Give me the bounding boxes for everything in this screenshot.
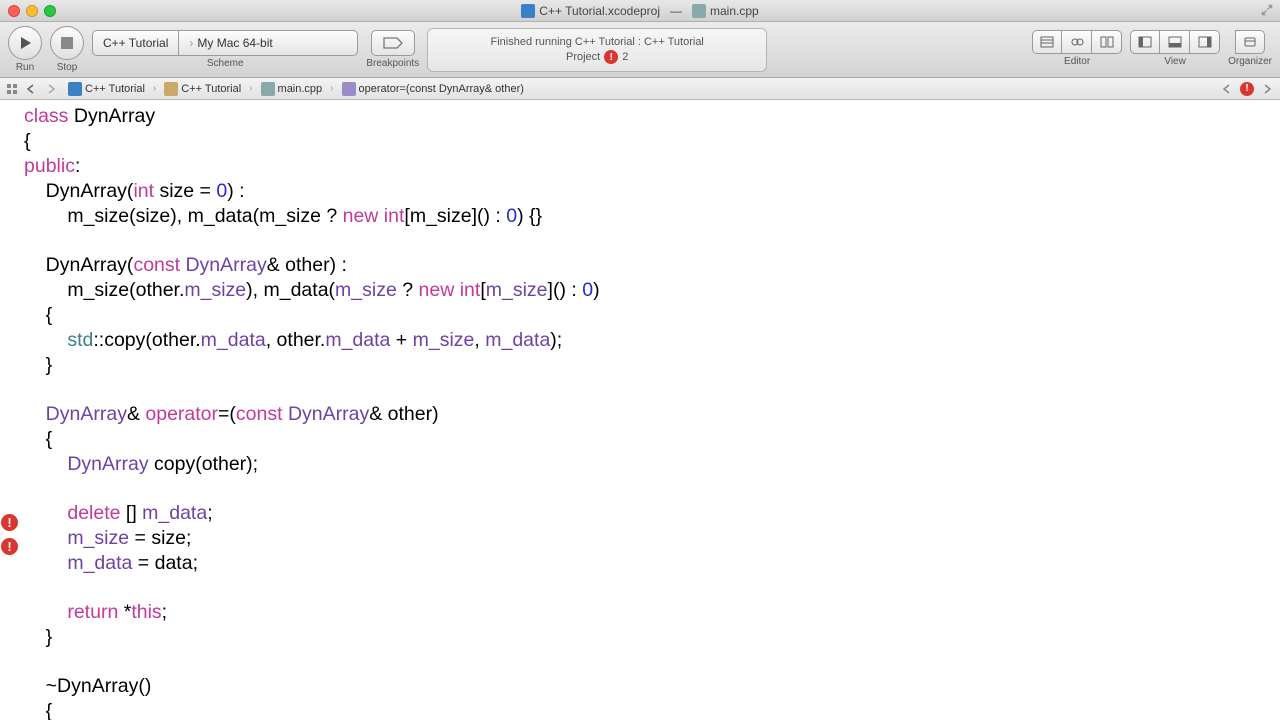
- view-label: View: [1164, 56, 1186, 67]
- source-editor[interactable]: ! ! class DynArray { public: DynArray(in…: [0, 100, 1280, 720]
- breakpoints-button[interactable]: [371, 30, 415, 56]
- assistant-editor-button[interactable]: [1062, 30, 1092, 54]
- title-separator: —: [670, 4, 682, 18]
- forward-button[interactable]: [42, 80, 60, 98]
- title-project-text: C++ Tutorial.xcodeproj: [539, 4, 660, 18]
- crumb-file[interactable]: main.cpp: [255, 78, 329, 99]
- version-editor-icon: [1100, 36, 1114, 48]
- chevron-right-icon: [46, 84, 56, 94]
- chevron-left-icon: [26, 84, 36, 94]
- crumb-symbol-text: operator=(const DynArray& other): [359, 83, 524, 95]
- cpp-icon: [261, 82, 275, 96]
- right-panel-icon: [1198, 36, 1212, 48]
- organizer-icon: [1243, 36, 1257, 48]
- error-count-icon[interactable]: !: [604, 50, 618, 64]
- chevron-right-icon: [1262, 84, 1272, 94]
- left-panel-icon: [1138, 36, 1152, 48]
- organizer-label: Organizer: [1228, 56, 1272, 67]
- status-message: Finished running C++ Tutorial : C++ Tuto…: [490, 36, 703, 48]
- breakpoint-icon: [383, 37, 403, 49]
- status-error-count: 2: [622, 51, 628, 63]
- version-editor-button[interactable]: [1092, 30, 1122, 54]
- stop-icon: [61, 37, 73, 49]
- crumb-group-text: C++ Tutorial: [181, 83, 241, 95]
- back-button[interactable]: [22, 80, 40, 98]
- related-items-button[interactable]: [4, 81, 20, 97]
- run-label: Run: [16, 62, 34, 73]
- title-file: main.cpp: [692, 4, 759, 18]
- toolbar: Run Stop C++ Tutorial ›My Mac 64-bit Sch…: [0, 22, 1280, 78]
- breakpoints-label: Breakpoints: [366, 58, 419, 69]
- error-marker-icon[interactable]: !: [1, 538, 18, 555]
- play-icon: [18, 36, 32, 50]
- editor-label: Editor: [1064, 56, 1090, 67]
- toggle-utilities-button[interactable]: [1190, 30, 1220, 54]
- standard-editor-icon: [1040, 36, 1054, 48]
- crumb-project-text: C++ Tutorial: [85, 83, 145, 95]
- scheme-dest: My Mac 64-bit: [197, 36, 272, 50]
- destination-selector[interactable]: ›My Mac 64-bit: [178, 30, 358, 56]
- code-area[interactable]: class DynArray { public: DynArray(int si…: [20, 100, 1280, 720]
- stop-label: Stop: [57, 62, 78, 73]
- crumb-project[interactable]: C++ Tutorial: [62, 78, 151, 99]
- prev-issue-button[interactable]: [1218, 80, 1236, 98]
- error-marker-icon[interactable]: !: [1, 514, 18, 531]
- run-button[interactable]: [8, 26, 42, 60]
- editor-gutter[interactable]: ! !: [0, 100, 20, 720]
- activity-viewer: Finished running C++ Tutorial : C++ Tuto…: [427, 28, 767, 72]
- title-project: C++ Tutorial.xcodeproj: [521, 4, 660, 18]
- jump-bar: C++ Tutorial › C++ Tutorial › main.cpp ›…: [0, 78, 1280, 100]
- crumb-symbol[interactable]: operator=(const DynArray& other): [336, 78, 530, 99]
- stop-button[interactable]: [50, 26, 84, 60]
- organizer-button[interactable]: [1235, 30, 1265, 54]
- standard-editor-button[interactable]: [1032, 30, 1062, 54]
- status-project-label: Project: [566, 51, 600, 63]
- next-issue-button[interactable]: [1258, 80, 1276, 98]
- project-icon: [68, 82, 82, 96]
- window-titlebar: C++ Tutorial.xcodeproj — main.cpp: [0, 0, 1280, 22]
- issue-indicator-icon[interactable]: !: [1240, 82, 1254, 96]
- toggle-debug-button[interactable]: [1160, 30, 1190, 54]
- fullscreen-icon[interactable]: [1260, 3, 1274, 17]
- chevron-left-icon: [1222, 84, 1232, 94]
- scheme-name: C++ Tutorial: [103, 36, 168, 50]
- method-icon: [342, 82, 356, 96]
- folder-icon: [164, 82, 178, 96]
- xcodeproj-icon: [521, 4, 535, 18]
- toggle-navigator-button[interactable]: [1130, 30, 1160, 54]
- crumb-group[interactable]: C++ Tutorial: [158, 78, 247, 99]
- assistant-editor-icon: [1070, 36, 1084, 48]
- scheme-selector[interactable]: C++ Tutorial: [92, 30, 178, 56]
- scheme-label: Scheme: [207, 58, 244, 69]
- title-file-text: main.cpp: [710, 4, 759, 18]
- crumb-file-text: main.cpp: [278, 83, 323, 95]
- cpp-file-icon: [692, 4, 706, 18]
- bottom-panel-icon: [1168, 36, 1182, 48]
